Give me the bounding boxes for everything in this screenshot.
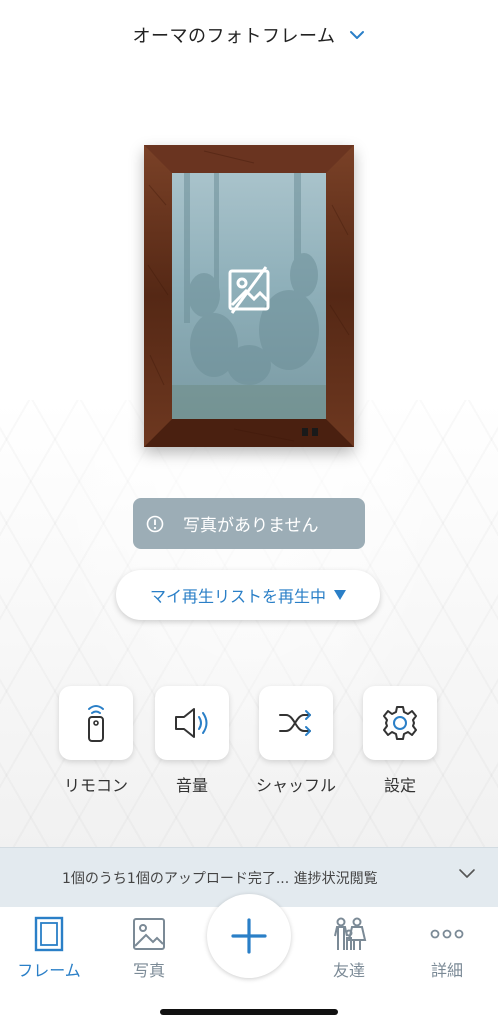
info-icon <box>146 515 164 532</box>
more-icon <box>430 929 464 939</box>
shuffle-label: シャッフル <box>255 776 336 795</box>
tab-frame[interactable]: フレーム <box>4 915 94 981</box>
frame-icon <box>34 916 64 952</box>
settings-button[interactable] <box>363 686 437 760</box>
plus-icon <box>231 918 267 954</box>
gear-icon <box>383 706 417 740</box>
no-photos-status: 写真がありません <box>133 498 365 549</box>
settings-control[interactable]: 設定 <box>352 686 448 796</box>
friends-icon <box>334 917 367 950</box>
frame-name-title[interactable]: オーマのフォトフレーム <box>133 22 336 48</box>
chevron-down-icon[interactable] <box>349 27 365 43</box>
home-indicator <box>160 1009 338 1015</box>
upload-status-text[interactable]: 1個のうち1個のアップロード完了... 進捗状況閲覧 <box>62 868 378 888</box>
triangle-down-icon <box>334 590 346 600</box>
tab-details-label: 詳細 <box>430 961 463 980</box>
volume-label: 音量 <box>175 776 208 795</box>
tab-photos[interactable]: 写真 <box>104 915 194 981</box>
tab-frame-label: フレーム <box>17 961 81 980</box>
tab-friends[interactable]: 友達 <box>304 915 394 981</box>
photo-icon <box>133 918 165 950</box>
shuffle-control[interactable]: シャッフル <box>248 686 344 796</box>
frame-controls: リモコン 音量 シャッフル 設定 <box>0 686 498 796</box>
settings-label: 設定 <box>383 776 416 795</box>
tab-photos-label: 写真 <box>132 961 165 980</box>
playlist-button[interactable]: マイ再生リストを再生中 <box>116 570 380 620</box>
remote-button[interactable] <box>59 686 133 760</box>
remote-control[interactable]: リモコン <box>48 686 144 796</box>
shuffle-icon <box>279 710 311 736</box>
remote-icon <box>88 705 104 742</box>
volume-icon <box>175 708 208 738</box>
shuffle-button[interactable] <box>259 686 333 760</box>
no-photos-text: 写真がありません <box>183 516 319 536</box>
chevron-down-icon[interactable] <box>458 866 476 882</box>
add-photo-button[interactable] <box>207 894 291 978</box>
playlist-label: マイ再生リストを再生中 <box>149 587 326 606</box>
photo-frame <box>144 145 354 447</box>
volume-button[interactable] <box>155 686 229 760</box>
no-photo-icon <box>228 266 270 314</box>
volume-control[interactable]: 音量 <box>144 686 240 796</box>
tab-friends-label: 友達 <box>332 961 365 980</box>
remote-label: リモコン <box>63 776 128 795</box>
tab-details[interactable]: 詳細 <box>402 915 492 981</box>
header[interactable]: オーマのフォトフレーム <box>0 0 498 70</box>
